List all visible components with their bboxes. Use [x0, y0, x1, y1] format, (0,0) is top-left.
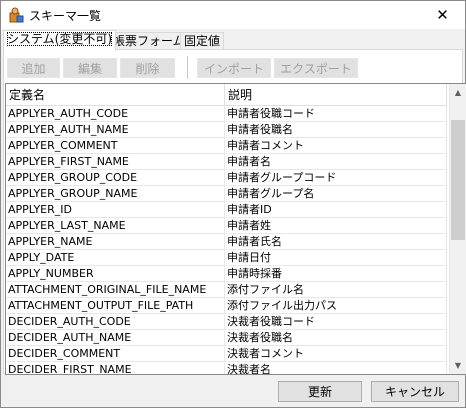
table-row[interactable]: APPLY_NUMBER 申請時採番 [6, 266, 447, 282]
cell-description: 申請日付 [225, 250, 447, 265]
scroll-thumb[interactable] [451, 120, 465, 240]
table-row[interactable]: APPLYER_FIRST_NAME 申請者名 [6, 154, 447, 170]
delete-button[interactable]: 削除 [120, 58, 175, 78]
column-header-definition-name[interactable]: 定義名 [6, 84, 225, 106]
table-row[interactable]: APPLYER_AUTH_CODE 申請者役職コード [6, 106, 447, 122]
table-row[interactable]: APPLYER_NAME 申請者氏名 [6, 234, 447, 250]
schema-grid[interactable]: 定義名 説明 APPLYER_AUTH_CODE 申請者役職コード APPLYER_… [5, 83, 466, 375]
cell-description: 申請者役職コード [225, 106, 447, 121]
toolbar-separator [187, 56, 188, 79]
grid-rows: APPLYER_AUTH_CODE 申請者役職コード APPLYER_AUTH_NA… [6, 106, 447, 374]
table-row[interactable]: APPLYER_COMMENT 申請者コメント [6, 138, 447, 154]
cell-definition-name: APPLYER_GROUP_CODE [6, 170, 225, 185]
cell-description: 申請者グループ名 [225, 186, 447, 201]
table-row[interactable]: DECIDER_AUTH_NAME 決裁者役職名 [6, 330, 447, 346]
schema-list-window: スキーマ一覧 ✕ システム(変更不可) 帳票フォーム 固定値 追加 編集 削除 … [0, 0, 466, 408]
table-row[interactable]: APPLYER_GROUP_NAME 申請者グループ名 [6, 186, 447, 202]
update-button[interactable]: 更新 [278, 381, 362, 402]
table-row[interactable]: APPLYER_AUTH_NAME 申請者役職名 [6, 122, 447, 138]
cell-description: 決裁者役職コード [225, 314, 447, 329]
export-button[interactable]: エクスポート [274, 58, 358, 78]
cell-description: 添付ファイル名 [225, 282, 447, 297]
cell-definition-name: APPLY_DATE [6, 250, 225, 265]
cell-definition-name: DECIDER_AUTH_NAME [6, 330, 225, 345]
cell-definition-name: APPLYER_GROUP_NAME [6, 186, 225, 201]
cell-definition-name: DECIDER_COMMENT [6, 346, 225, 361]
cancel-button[interactable]: キャンセル [371, 381, 459, 402]
import-button[interactable]: インポート [197, 58, 271, 78]
close-button[interactable]: ✕ [420, 1, 465, 29]
cell-definition-name: APPLYER_ID [6, 202, 225, 217]
title-bar: スキーマ一覧 ✕ [1, 1, 465, 29]
column-header-description[interactable]: 説明 [225, 84, 447, 106]
cell-description: 申請者役職名 [225, 122, 447, 137]
cell-description: 申請者ID [225, 202, 447, 217]
cell-description: 決裁者名 [225, 362, 447, 374]
scroll-up-icon[interactable]: ▲ [450, 84, 466, 101]
tab-strip: システム(変更不可) 帳票フォーム 固定値 [3, 30, 463, 51]
cell-description: 決裁者役職名 [225, 330, 447, 345]
tab-fixed-value[interactable]: 固定値 [180, 32, 225, 50]
cell-description: 決裁者コメント [225, 346, 447, 361]
table-row[interactable]: APPLYER_GROUP_CODE 申請者グループコード [6, 170, 447, 186]
cell-definition-name: APPLYER_LAST_NAME [6, 218, 225, 233]
grid-header: 定義名 説明 [6, 84, 447, 106]
cell-description: 申請者コメント [225, 138, 447, 153]
vertical-scrollbar[interactable]: ▲ ▼ [449, 84, 466, 374]
cell-description: 申請者姓 [225, 218, 447, 233]
cell-definition-name: DECIDER_AUTH_CODE [6, 314, 225, 329]
edit-button[interactable]: 編集 [63, 58, 117, 78]
table-row[interactable]: APPLYER_ID 申請者ID [6, 202, 447, 218]
tab-system-label: システム(変更不可) [7, 32, 113, 46]
window-title: スキーマ一覧 [29, 9, 102, 23]
cell-definition-name: APPLYER_COMMENT [6, 138, 225, 153]
table-row[interactable]: DECIDER_FIRST_NAME 決裁者名 [6, 362, 447, 374]
table-row[interactable]: DECIDER_COMMENT 決裁者コメント [6, 346, 447, 362]
cell-description: 添付ファイル出力パス [225, 298, 447, 313]
cell-definition-name: ATTACHMENT_OUTPUT_FILE_PATH [6, 298, 225, 313]
tab-panel-system: 追加 編集 削除 インポート エクスポート 定義名 説明 APPLYER_AUT… [3, 49, 466, 375]
table-row[interactable]: APPLYER_LAST_NAME 申請者姓 [6, 218, 447, 234]
tab-system[interactable]: システム(変更不可) [3, 30, 117, 51]
cell-definition-name: APPLY_NUMBER [6, 266, 225, 281]
cell-description: 申請者氏名 [225, 234, 447, 249]
cell-definition-name: DECIDER_FIRST_NAME [6, 362, 225, 374]
cell-description: 申請時採番 [225, 266, 447, 281]
table-row[interactable]: APPLY_DATE 申請日付 [6, 250, 447, 266]
cell-definition-name: APPLYER_FIRST_NAME [6, 154, 225, 169]
app-icon [8, 7, 24, 23]
table-row[interactable]: DECIDER_AUTH_CODE 決裁者役職コード [6, 314, 447, 330]
tab-form[interactable]: 帳票フォーム [109, 32, 189, 50]
table-row[interactable]: ATTACHMENT_ORIGINAL_FILE_NAME 添付ファイル名 [6, 282, 447, 298]
add-button[interactable]: 追加 [7, 58, 60, 78]
cell-definition-name: APPLYER_AUTH_NAME [6, 122, 225, 137]
cell-definition-name: APPLYER_AUTH_CODE [6, 106, 225, 121]
cell-description: 申請者グループコード [225, 170, 447, 185]
close-icon: ✕ [436, 6, 449, 24]
scroll-down-icon[interactable]: ▼ [450, 357, 466, 374]
table-row[interactable]: ATTACHMENT_OUTPUT_FILE_PATH 添付ファイル出力パス [6, 298, 447, 314]
cell-definition-name: APPLYER_NAME [6, 234, 225, 249]
tab-form-label: 帳票フォーム [113, 34, 185, 48]
cell-description: 申請者名 [225, 154, 447, 169]
tab-fixed-value-label: 固定値 [184, 34, 221, 48]
cell-definition-name: ATTACHMENT_ORIGINAL_FILE_NAME [6, 282, 225, 297]
